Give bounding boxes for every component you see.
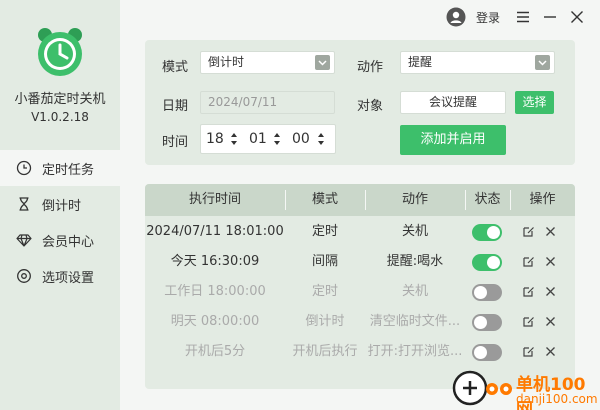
table-header: 执行时间 模式 动作 状态 操作 — [145, 184, 575, 216]
toggle-knob — [487, 226, 500, 239]
sidebar-item-label: 选项设置 — [42, 270, 95, 286]
cell-mode: 定时 — [311, 224, 338, 239]
cell-mode: 倒计时 — [305, 314, 345, 329]
status-toggle[interactable] — [472, 284, 502, 301]
delete-icon[interactable] — [544, 255, 557, 268]
status-toggle[interactable] — [472, 254, 502, 271]
task-form-panel: 模式 倒计时 动作 提醒 日期 2024/07/11 对象 会议提醒 选择 时间… — [145, 40, 575, 165]
action-label: 动作 — [357, 60, 384, 75]
cell-time: 明天 08:00:00 — [170, 314, 260, 329]
toggle-knob — [487, 256, 500, 269]
gear-icon — [17, 269, 31, 283]
chevron-down-icon — [315, 55, 330, 70]
time-second[interactable]: 00 — [292, 125, 310, 153]
cell-mode: 定时 — [311, 284, 338, 299]
cell-action: 提醒:喝水 — [386, 254, 444, 269]
edit-icon[interactable] — [522, 345, 535, 358]
mode-select[interactable]: 倒计时 — [200, 51, 335, 74]
delete-icon[interactable] — [544, 225, 557, 238]
table-row: 2024/07/11 18:01:00 定时 关机 — [145, 217, 575, 247]
cell-action: 关机 — [401, 224, 428, 239]
edit-icon[interactable] — [522, 285, 535, 298]
minimize-icon[interactable] — [541, 8, 559, 26]
action-select[interactable]: 提醒 — [400, 51, 555, 74]
target-field[interactable]: 会议提醒 — [400, 91, 506, 114]
column-header-status: 状态 — [474, 192, 501, 207]
title-bar: 登录 — [120, 0, 600, 34]
login-link[interactable]: 登录 — [476, 9, 500, 26]
column-header-time: 执行时间 — [188, 192, 241, 207]
watermark-glasses-icon — [486, 383, 512, 395]
toggle-knob — [474, 316, 487, 329]
sidebar-item-membership[interactable]: 会员中心 — [0, 222, 120, 258]
table-row: 今天 16:30:09 间隔 提醒:喝水 — [145, 247, 575, 277]
column-header-action: 动作 — [401, 192, 428, 207]
target-label: 对象 — [357, 99, 384, 114]
diamond-icon — [16, 234, 32, 247]
user-avatar-icon[interactable] — [446, 7, 466, 27]
toggle-knob — [474, 346, 487, 359]
chevron-down-icon — [535, 55, 550, 70]
sidebar: 小番茄定时关机 V1.0.2.18 定时任务 倒计时 会员中心 选项设置 — [0, 0, 120, 410]
edit-icon[interactable] — [522, 255, 535, 268]
choose-button[interactable]: 选择 — [515, 91, 554, 114]
cell-time: 工作日 18:00:00 — [164, 284, 266, 299]
task-table: 执行时间 模式 动作 状态 操作 2024/07/11 18:01:00 定时 关机… — [145, 184, 575, 389]
hour-spinner-icon[interactable] — [230, 130, 238, 148]
cell-action: 清空临时文件... — [369, 314, 461, 329]
edit-icon[interactable] — [522, 225, 535, 238]
clock-icon — [16, 160, 32, 176]
edit-icon[interactable] — [522, 315, 535, 328]
action-select-value: 提醒 — [408, 55, 433, 69]
time-picker: 18 01 00 — [200, 124, 336, 154]
delete-icon[interactable] — [544, 315, 557, 328]
column-header-operations: 操作 — [529, 192, 556, 207]
status-toggle[interactable] — [472, 314, 502, 331]
table-row: 开机后5分 开机后执行 打开:打开浏览... — [145, 337, 575, 367]
app-name: 小番茄定时关机 — [14, 92, 106, 107]
mode-label: 模式 — [162, 60, 189, 75]
sidebar-item-scheduled-tasks[interactable]: 定时任务 — [0, 150, 120, 186]
table-row: 工作日 18:00:00 定时 关机 — [145, 277, 575, 307]
time-label: 时间 — [162, 135, 189, 150]
sidebar-item-label: 会员中心 — [42, 234, 95, 250]
cell-action: 关机 — [401, 284, 428, 299]
app-version: V1.0.2.18 — [31, 110, 89, 124]
site-watermark: 单机100网 danji100.com — [452, 368, 600, 410]
cell-mode: 开机后执行 — [292, 344, 358, 359]
date-label: 日期 — [162, 99, 189, 114]
close-icon[interactable] — [568, 8, 586, 26]
cell-mode: 间隔 — [311, 254, 338, 269]
add-and-enable-button[interactable]: 添加并启用 — [400, 125, 506, 155]
status-toggle[interactable] — [472, 224, 502, 241]
menu-icon[interactable] — [514, 8, 532, 26]
sidebar-item-settings[interactable]: 选项设置 — [0, 258, 120, 294]
time-hour[interactable]: 18 — [206, 125, 224, 153]
column-header-mode: 模式 — [311, 192, 338, 207]
delete-icon[interactable] — [544, 345, 557, 358]
delete-icon[interactable] — [544, 285, 557, 298]
toggle-knob — [474, 286, 487, 299]
cell-time: 开机后5分 — [184, 344, 246, 359]
cell-time: 2024/07/11 18:01:00 — [146, 224, 284, 239]
hourglass-icon — [19, 197, 29, 211]
watermark-logo-icon — [452, 370, 488, 406]
sidebar-item-label: 定时任务 — [42, 162, 95, 178]
date-field: 2024/07/11 — [200, 91, 335, 114]
status-toggle[interactable] — [472, 344, 502, 361]
sidebar-item-label: 倒计时 — [42, 198, 82, 214]
sidebar-nav: 定时任务 倒计时 会员中心 选项设置 — [0, 150, 120, 294]
cell-action: 打开:打开浏览... — [367, 344, 463, 359]
table-row: 明天 08:00:00 倒计时 清空临时文件... — [145, 307, 575, 337]
second-spinner-icon[interactable] — [317, 130, 325, 148]
mode-select-value: 倒计时 — [208, 55, 245, 69]
cell-time: 今天 16:30:09 — [170, 254, 260, 269]
alarm-clock-logo-icon — [38, 28, 82, 76]
minute-spinner-icon[interactable] — [273, 130, 281, 148]
watermark-url: danji100.com — [516, 392, 598, 406]
sidebar-item-countdown[interactable]: 倒计时 — [0, 186, 120, 222]
time-minute[interactable]: 01 — [249, 125, 267, 153]
